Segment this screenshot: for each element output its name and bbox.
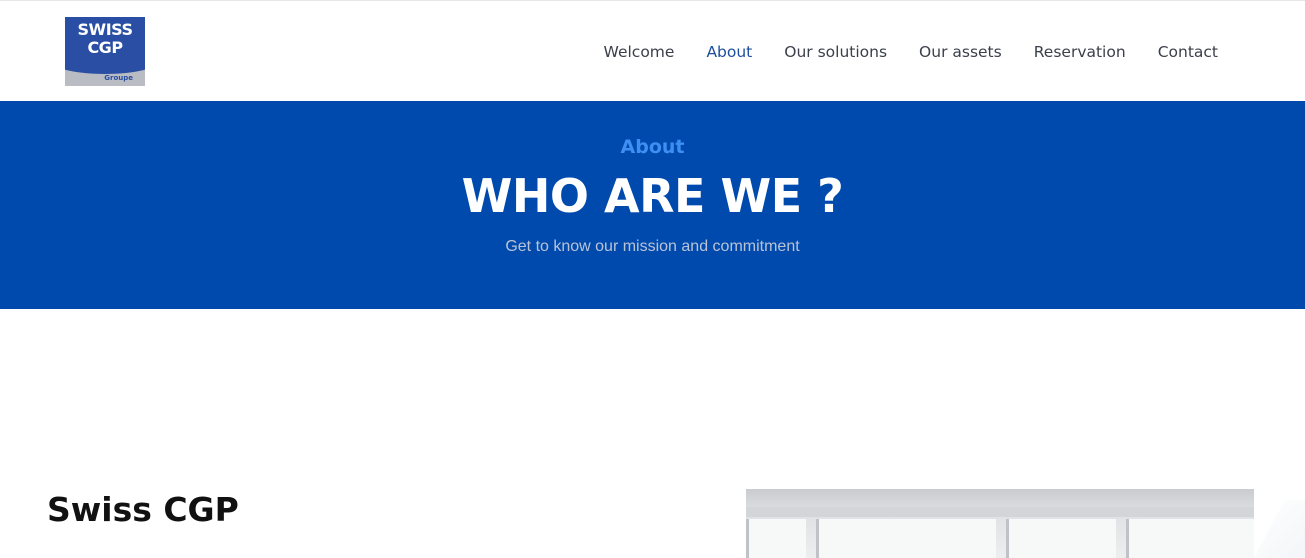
nav-item-reservation: Reservation	[1034, 41, 1126, 63]
nav-link-welcome[interactable]: Welcome	[604, 43, 675, 61]
nav-link-reservation[interactable]: Reservation	[1034, 43, 1126, 61]
nav-link-contact[interactable]: Contact	[1158, 43, 1218, 61]
photo-window-pane	[1126, 519, 1254, 558]
photo-window-pane	[1006, 519, 1116, 558]
swiss-cgp-logo[interactable]: SWISS CGP Groupe	[65, 17, 145, 86]
logo-text-sub: Groupe	[104, 74, 133, 82]
site-header: SWISS CGP Groupe Welcome About Our solut…	[0, 0, 1305, 101]
logo-text-line2: CGP	[87, 38, 123, 57]
photo-window-frame	[746, 507, 1254, 517]
nav-item-welcome: Welcome	[604, 41, 675, 63]
office-photo	[746, 489, 1254, 558]
nav-item-our-assets: Our assets	[919, 41, 1002, 63]
nav-item-about: About	[706, 41, 752, 63]
section-title: Swiss CGP	[47, 490, 239, 529]
hero-banner: About WHO ARE WE ? Get to know our missi…	[0, 101, 1305, 309]
main-nav: Welcome About Our solutions Our assets R…	[604, 41, 1218, 63]
logo-text-line1: SWISS	[77, 20, 133, 39]
nav-link-about[interactable]: About	[706, 43, 752, 61]
nav-item-contact: Contact	[1158, 41, 1218, 63]
hero-title: WHO ARE WE ?	[461, 169, 844, 223]
hero-subtitle: Get to know our mission and commitment	[505, 238, 800, 255]
hero-eyebrow: About	[620, 136, 685, 158]
nav-link-our-assets[interactable]: Our assets	[919, 43, 1002, 61]
photo-window-pane	[816, 519, 996, 558]
nav-link-our-solutions[interactable]: Our solutions	[784, 43, 887, 61]
decorative-shape	[1254, 500, 1305, 558]
photo-window-pane	[746, 519, 806, 558]
nav-item-our-solutions: Our solutions	[784, 41, 887, 63]
